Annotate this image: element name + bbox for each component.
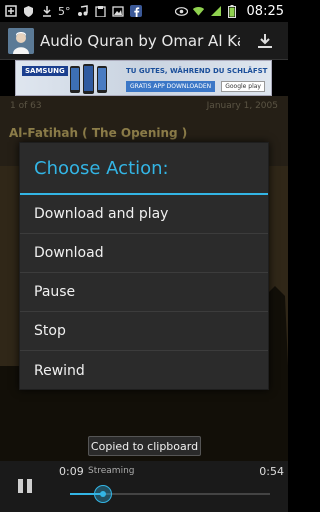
clock: 08:25 bbox=[246, 3, 284, 19]
add-icon bbox=[4, 5, 17, 18]
music-icon bbox=[76, 5, 89, 18]
action-download-and-play[interactable]: Download and play bbox=[20, 195, 268, 234]
action-rewind[interactable]: Rewind bbox=[20, 351, 268, 390]
ad-download-button[interactable]: GRATIS APP DOWNLOADEN bbox=[126, 81, 216, 92]
temperature: 5° bbox=[58, 4, 71, 18]
download-status-icon bbox=[40, 5, 53, 18]
action-pause[interactable]: Pause bbox=[20, 273, 268, 312]
banner-ad[interactable]: SAMSUNG TU GUTES, WÄHREND DU SCHLÄFST GR… bbox=[15, 60, 272, 96]
seek-thumb[interactable] bbox=[94, 485, 113, 503]
pause-button[interactable] bbox=[18, 479, 36, 497]
action-stop[interactable]: Stop bbox=[20, 312, 268, 351]
ad-google-play-badge[interactable]: Google play bbox=[221, 81, 265, 92]
signal-icon bbox=[209, 5, 222, 18]
wifi-icon bbox=[192, 5, 205, 18]
toast-message: Copied to clipboard bbox=[88, 436, 201, 456]
pause-icon-bar-left bbox=[18, 479, 23, 493]
status-bar: 5° 08:25 bbox=[0, 0, 288, 22]
gallery-icon bbox=[112, 5, 125, 18]
app-logo[interactable] bbox=[8, 27, 34, 54]
battery-icon bbox=[226, 4, 239, 18]
app-title: Audio Quran by Omar Al Kaz... bbox=[40, 31, 240, 50]
ad-phones-image bbox=[70, 64, 107, 94]
shield-icon bbox=[22, 5, 35, 18]
app-bar: Audio Quran by Omar Al Kaz... bbox=[0, 22, 288, 60]
facebook-icon bbox=[130, 5, 143, 18]
choose-action-dialog: Choose Action: Download and play Downloa… bbox=[19, 142, 269, 390]
clipboard-icon bbox=[94, 5, 107, 18]
player-bar: 0:09 Streaming 0:54 bbox=[0, 461, 288, 512]
total-time: 0:54 bbox=[259, 465, 284, 478]
visibility-icon bbox=[174, 5, 188, 18]
action-download[interactable]: Download bbox=[20, 234, 268, 273]
download-icon bbox=[258, 33, 272, 48]
stream-status: Streaming bbox=[88, 466, 135, 476]
download-button[interactable] bbox=[254, 30, 276, 52]
pause-icon-bar-right bbox=[27, 479, 32, 493]
ad-brand: SAMSUNG bbox=[22, 66, 68, 76]
elapsed-time: 0:09 bbox=[59, 465, 84, 478]
ad-headline: TU GUTES, WÄHREND DU SCHLÄFST bbox=[126, 67, 268, 75]
dialog-title: Choose Action: bbox=[20, 143, 268, 195]
